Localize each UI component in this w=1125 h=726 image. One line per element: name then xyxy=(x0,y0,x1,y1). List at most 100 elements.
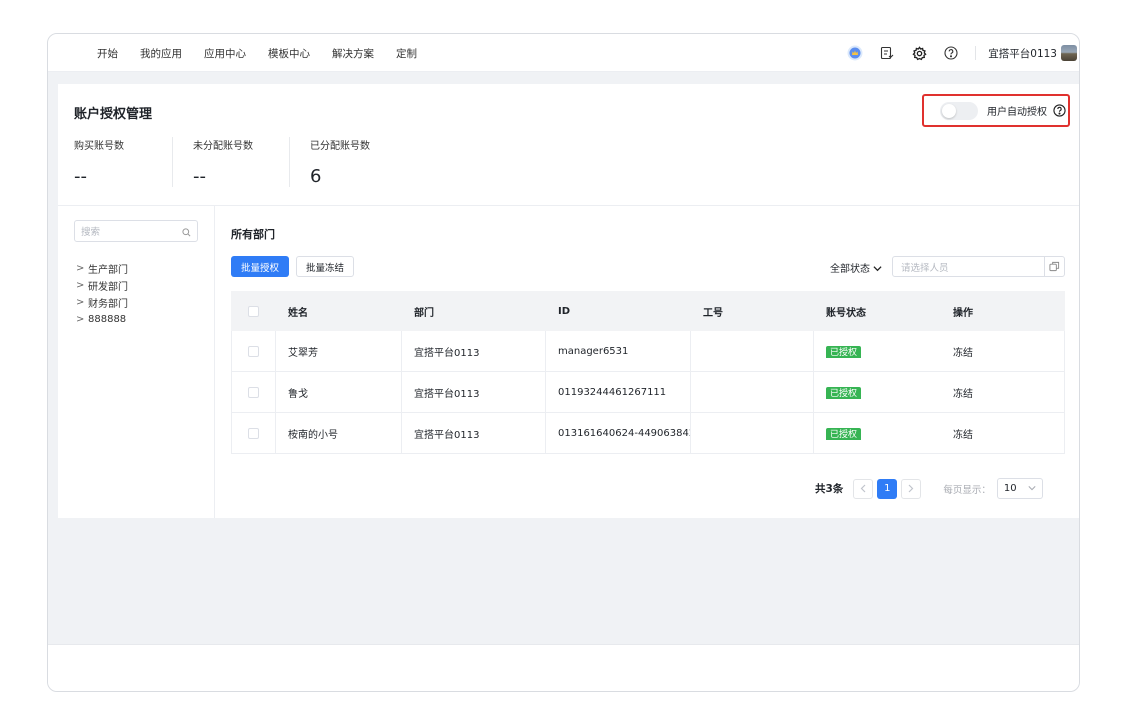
nav-item-app-center[interactable]: 应用中心 xyxy=(204,46,246,61)
member-list-area: 所有部门 批量授权 批量冻结 全部状态 请选择人员 姓名 部门 ID 工号 账号… xyxy=(231,206,1065,518)
cell-actions: 冻结 xyxy=(941,385,1065,400)
person-select-placeholder: 请选择人员 xyxy=(901,262,949,274)
page-size-select[interactable]: 10 xyxy=(996,478,1043,499)
divider xyxy=(975,46,977,60)
column-header-employee-no: 工号 xyxy=(703,307,723,319)
page-number-button[interactable]: 1 xyxy=(877,478,898,499)
cell-name: 鲁戈 xyxy=(276,371,402,413)
cell-name: 桉南的小号 xyxy=(276,412,402,454)
row-checkbox[interactable] xyxy=(247,427,259,439)
auto-authorize-toggle[interactable] xyxy=(940,101,978,120)
stat-label: 已分配账号数 xyxy=(310,141,370,152)
column-header-actions: 操作 xyxy=(953,307,973,319)
footer-band xyxy=(48,644,1079,691)
table-border xyxy=(1064,331,1065,454)
tree-item-label: 生产部门 xyxy=(88,265,128,276)
freeze-link[interactable]: 冻结 xyxy=(953,430,973,441)
select-all-checkbox-cell xyxy=(231,305,276,317)
table-header: 姓名 部门 ID 工号 账号状态 操作 xyxy=(231,291,1065,331)
status-badge: 已授权 xyxy=(826,427,862,440)
auto-authorize-highlight: 用户自动授权 xyxy=(922,94,1070,127)
vip-crown-icon[interactable] xyxy=(847,45,863,61)
search-placeholder: 搜索 xyxy=(81,227,101,238)
help-icon[interactable] xyxy=(1053,104,1066,117)
prev-page-button[interactable] xyxy=(853,478,874,499)
row-checkbox[interactable] xyxy=(247,345,259,357)
status-badge: 已授权 xyxy=(826,386,862,399)
freeze-link[interactable]: 冻结 xyxy=(953,348,973,359)
cell-actions: 冻结 xyxy=(941,426,1065,441)
cell-actions: 冻结 xyxy=(941,344,1065,359)
column-header-status: 账号状态 xyxy=(826,307,866,319)
org-name[interactable]: 宜搭平台0113 xyxy=(988,46,1057,61)
content-panel: 账户授权管理 购买账号数 -- 未分配账号数 -- 已分配账号数 6 用户自动授… xyxy=(58,84,1079,518)
nav-item-solutions[interactable]: 解决方案 xyxy=(332,46,374,61)
row-checkbox-cell xyxy=(231,330,276,372)
tree-item-finance[interactable]: > 财务部门 xyxy=(76,294,128,311)
auto-authorize-label: 用户自动授权 xyxy=(987,107,1047,118)
nav-item-start[interactable]: 开始 xyxy=(97,46,118,61)
cell-employee-no xyxy=(691,371,814,413)
stat-label: 未分配账号数 xyxy=(193,141,253,152)
top-navbar: 开始 我的应用 应用中心 模板中心 解决方案 定制 宜搭平台0113 xyxy=(48,34,1079,72)
top-actions: 宜搭平台0113 xyxy=(847,34,1079,72)
status-filter-dropdown[interactable]: 全部状态 xyxy=(830,260,882,275)
avatar[interactable] xyxy=(1061,45,1077,61)
cell-dept: 宜搭平台0113 xyxy=(402,330,546,372)
page-title: 账户授权管理 xyxy=(74,107,153,122)
select-people-icon[interactable] xyxy=(1044,257,1064,276)
status-filter-label: 全部状态 xyxy=(830,264,870,275)
cell-status: 已授权 xyxy=(814,427,941,440)
main-nav: 开始 我的应用 应用中心 模板中心 解决方案 定制 xyxy=(97,34,439,72)
status-badge: 已授权 xyxy=(826,345,862,358)
person-select-input[interactable]: 请选择人员 xyxy=(892,256,1065,277)
settings-gear-icon[interactable] xyxy=(911,45,927,61)
help-icon[interactable] xyxy=(943,45,959,61)
chevron-right-icon: > xyxy=(76,314,85,325)
column-header-dept: 部门 xyxy=(414,307,434,319)
batch-authorize-button[interactable]: 批量授权 xyxy=(231,256,289,277)
stat-unassigned: 未分配账号数 -- xyxy=(172,137,289,187)
tree-item-label: 财务部门 xyxy=(88,299,128,310)
row-checkbox[interactable] xyxy=(247,386,259,398)
chevron-right-icon: > xyxy=(76,263,85,274)
cell-employee-no xyxy=(691,412,814,454)
row-checkbox-cell xyxy=(231,412,276,454)
table-row: 桉南的小号 宜搭平台0113 013161640624-449063842 已授… xyxy=(231,412,1065,454)
stat-value: -- xyxy=(74,166,87,187)
pagination: 共3条 1 每页显示： 10 xyxy=(815,478,1043,499)
total-count: 共3条 xyxy=(815,483,844,495)
stat-value: 6 xyxy=(310,166,322,187)
chevron-right-icon: > xyxy=(76,297,85,308)
task-list-icon[interactable] xyxy=(879,45,895,61)
cell-id: 01193244461267111 xyxy=(546,371,691,413)
department-search-input[interactable]: 搜索 xyxy=(74,220,198,242)
row-checkbox-cell xyxy=(231,371,276,413)
chevron-right-icon: > xyxy=(76,280,85,291)
nav-item-template-center[interactable]: 模板中心 xyxy=(268,46,310,61)
cell-id: 013161640624-449063842 xyxy=(546,412,691,454)
batch-freeze-button[interactable]: 批量冻结 xyxy=(296,256,354,277)
tree-item-rnd[interactable]: > 研发部门 xyxy=(76,277,128,294)
search-icon xyxy=(182,222,191,241)
cell-dept: 宜搭平台0113 xyxy=(402,412,546,454)
chevron-down-icon xyxy=(873,264,882,275)
page-size-value: 10 xyxy=(1003,483,1017,494)
nav-item-my-apps[interactable]: 我的应用 xyxy=(140,46,182,61)
table-border xyxy=(231,331,232,454)
department-title: 所有部门 xyxy=(231,228,275,241)
stat-value: -- xyxy=(193,166,206,187)
next-page-button[interactable] xyxy=(901,478,922,499)
department-sidebar: 搜索 > 生产部门 > 研发部门 > 财务部门 >888888 xyxy=(58,206,215,518)
freeze-link[interactable]: 冻结 xyxy=(953,389,973,400)
page-size-label: 每页显示： xyxy=(943,484,991,496)
column-header-id: ID xyxy=(558,305,571,317)
tree-item-production[interactable]: > 生产部门 xyxy=(76,260,128,277)
stat-purchased: 购买账号数 -- xyxy=(74,137,172,187)
department-tree: > 生产部门 > 研发部门 > 财务部门 >888888 xyxy=(76,260,128,328)
cell-dept: 宜搭平台0113 xyxy=(402,371,546,413)
cell-status: 已授权 xyxy=(814,345,941,358)
select-all-checkbox[interactable] xyxy=(248,305,259,317)
tree-item-888888[interactable]: >888888 xyxy=(76,311,128,328)
nav-item-custom[interactable]: 定制 xyxy=(396,46,417,61)
